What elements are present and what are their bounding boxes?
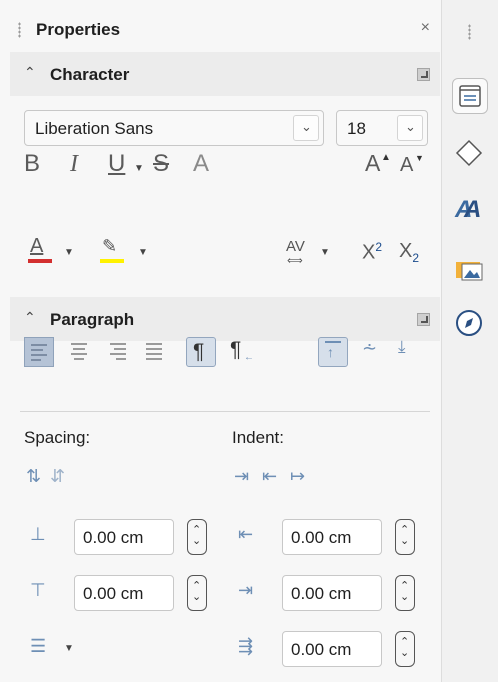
paragraph-section-header[interactable]: ⌃ Paragraph bbox=[10, 297, 440, 341]
font-size-combo[interactable]: 18 ⌄ bbox=[336, 110, 428, 146]
font-size-dropdown-button[interactable]: ⌄ bbox=[397, 115, 423, 141]
superscript-button[interactable]: X2 bbox=[362, 240, 382, 265]
below-spacing-icon: ⊤ bbox=[30, 580, 46, 600]
navigator-icon-svg bbox=[456, 310, 482, 336]
font-size-value: 18 bbox=[347, 119, 366, 138]
align-bottom-icon[interactable]: ⤓ bbox=[398, 337, 406, 357]
navigator-icon[interactable] bbox=[452, 306, 488, 342]
collapse-chevron-icon[interactable]: ⌃ bbox=[24, 64, 36, 81]
properties-panel: Properties × ⌃ Character Liberation Sans… bbox=[0, 0, 440, 682]
before-indent-stepper[interactable] bbox=[395, 519, 415, 555]
align-right-button[interactable] bbox=[102, 337, 132, 367]
spacing-dropdown-arrow-icon[interactable]: ▼ bbox=[320, 247, 330, 258]
properties-icon[interactable] bbox=[452, 78, 488, 114]
font-color-bar bbox=[28, 259, 52, 263]
styles-icon[interactable]: A A bbox=[452, 194, 488, 230]
hanging-indent-icon[interactable]: ↦ bbox=[290, 466, 305, 487]
after-indent-value: 0.00 cm bbox=[291, 584, 352, 603]
highlight-color-icon[interactable]: ✎ bbox=[102, 236, 117, 257]
chevron-down-icon: ⌄ bbox=[405, 119, 416, 134]
align-justified-button[interactable] bbox=[140, 337, 170, 367]
more-options-icon[interactable] bbox=[417, 68, 430, 81]
close-icon[interactable]: × bbox=[421, 19, 430, 37]
increase-indent-icon[interactable]: ⇥ bbox=[234, 466, 249, 487]
italic-button[interactable]: I bbox=[70, 152, 78, 176]
before-indent-field[interactable]: 0.00 cm bbox=[282, 519, 382, 555]
shapes-icon[interactable] bbox=[452, 136, 488, 172]
shadow-button[interactable]: A bbox=[193, 152, 209, 176]
highlight-dropdown-arrow-icon[interactable]: ▼ bbox=[138, 247, 148, 258]
subscript-base: X bbox=[399, 240, 413, 262]
spacing-label: Spacing: bbox=[24, 428, 91, 447]
subscript-button[interactable]: X2 bbox=[399, 240, 419, 265]
character-header-label: Character bbox=[50, 65, 130, 84]
align-left-button[interactable] bbox=[24, 337, 54, 367]
collapse-chevron-icon[interactable]: ⌃ bbox=[24, 309, 36, 326]
gallery-icon-svg bbox=[456, 262, 483, 281]
panel-title-bar: Properties × bbox=[0, 10, 440, 50]
first-line-indent-icon: ⇶ bbox=[238, 636, 254, 656]
font-name-value: Liberation Sans bbox=[35, 119, 154, 138]
underline-button[interactable]: U bbox=[108, 152, 125, 176]
pilcrow-ltr-icon: ¶ bbox=[193, 340, 205, 363]
first-line-indent-value: 0.00 cm bbox=[291, 640, 352, 659]
rtl-arrow-icon: ← bbox=[244, 352, 254, 363]
grip-icon[interactable] bbox=[18, 22, 21, 38]
increase-font-size-button[interactable]: A bbox=[365, 152, 380, 175]
superscript-base: X bbox=[362, 241, 376, 264]
before-indent-value: 0.00 cm bbox=[291, 528, 352, 547]
align-top-button[interactable]: ↑ bbox=[318, 337, 348, 367]
paragraph-header-label: Paragraph bbox=[50, 310, 135, 329]
line-spacing-icon[interactable]: ☰ bbox=[30, 636, 46, 657]
tabbar-menu-grip-icon[interactable] bbox=[468, 24, 471, 40]
align-center-vertical-icon[interactable]: ⩪ bbox=[362, 338, 377, 359]
above-spacing-stepper[interactable] bbox=[187, 519, 207, 555]
above-spacing-field[interactable]: 0.00 cm bbox=[74, 519, 174, 555]
panel-title: Properties bbox=[36, 20, 121, 39]
first-line-indent-stepper[interactable] bbox=[395, 631, 415, 667]
line-spacing-dropdown-arrow-icon[interactable]: ▼ bbox=[64, 643, 74, 654]
properties-icon-svg bbox=[459, 85, 481, 107]
decrease-indent-icon[interactable]: ⇤ bbox=[262, 466, 277, 487]
subscript-exp: 2 bbox=[412, 251, 420, 265]
below-spacing-value: 0.00 cm bbox=[83, 584, 144, 603]
above-spacing-icon: ⊥ bbox=[30, 524, 46, 544]
decrease-font-size-button[interactable]: A bbox=[400, 155, 413, 175]
font-color-button[interactable]: A bbox=[30, 236, 43, 256]
superscript-exp: 2 bbox=[375, 240, 383, 254]
after-indent-field[interactable]: 0.00 cm bbox=[282, 575, 382, 611]
character-section-header[interactable]: ⌃ Character bbox=[10, 52, 440, 96]
sidebar-tab-bar: A A bbox=[441, 0, 498, 682]
left-to-right-button[interactable]: ¶ bbox=[186, 337, 216, 367]
divider bbox=[20, 411, 430, 412]
increase-spacing-icon[interactable]: ⇅ bbox=[26, 466, 41, 487]
font-name-dropdown-button[interactable]: ⌄ bbox=[293, 115, 319, 141]
font-name-combo[interactable]: Liberation Sans ⌄ bbox=[24, 110, 324, 146]
before-indent-icon: ⇤ bbox=[238, 524, 254, 544]
highlight-color-bar bbox=[100, 259, 124, 263]
pilcrow-rtl-icon[interactable]: ¶ bbox=[230, 338, 241, 362]
more-options-icon[interactable] bbox=[417, 313, 430, 326]
above-spacing-value: 0.00 cm bbox=[83, 528, 144, 547]
decrease-spacing-icon[interactable]: ⇵ bbox=[50, 466, 65, 487]
shrink-arrow-icon: ▼ bbox=[415, 153, 424, 163]
bold-button[interactable]: B bbox=[24, 152, 40, 176]
spacing-arrows-icon: ⟺ bbox=[287, 255, 303, 267]
strikethrough-button[interactable]: S bbox=[153, 152, 169, 176]
first-line-indent-field[interactable]: 0.00 cm bbox=[282, 631, 382, 667]
shapes-icon-svg bbox=[455, 139, 483, 167]
chevron-down-icon: ⌄ bbox=[301, 119, 312, 134]
gallery-icon[interactable] bbox=[452, 252, 488, 288]
font-color-dropdown-arrow-icon[interactable]: ▼ bbox=[64, 247, 74, 258]
indent-label: Indent: bbox=[232, 428, 284, 447]
below-spacing-field[interactable]: 0.00 cm bbox=[74, 575, 174, 611]
align-center-button[interactable] bbox=[64, 337, 94, 367]
after-indent-icon: ⇥ bbox=[238, 580, 254, 600]
character-spacing-button[interactable]: AV bbox=[286, 238, 305, 255]
grow-arrow-icon: ▲ bbox=[381, 152, 391, 163]
after-indent-stepper[interactable] bbox=[395, 575, 415, 611]
below-spacing-stepper[interactable] bbox=[187, 575, 207, 611]
underline-dropdown-arrow-icon[interactable]: ▼ bbox=[134, 163, 144, 174]
